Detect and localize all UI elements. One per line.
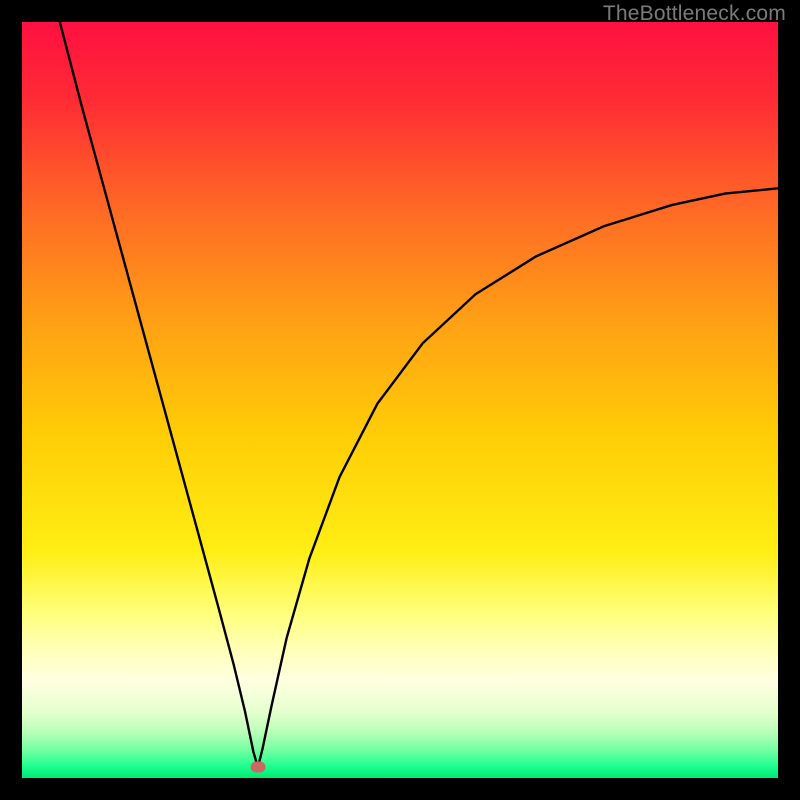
minimum-marker xyxy=(250,762,265,773)
chart-frame: TheBottleneck.com xyxy=(0,0,800,800)
plot-area xyxy=(22,22,778,778)
background-gradient xyxy=(22,22,778,778)
